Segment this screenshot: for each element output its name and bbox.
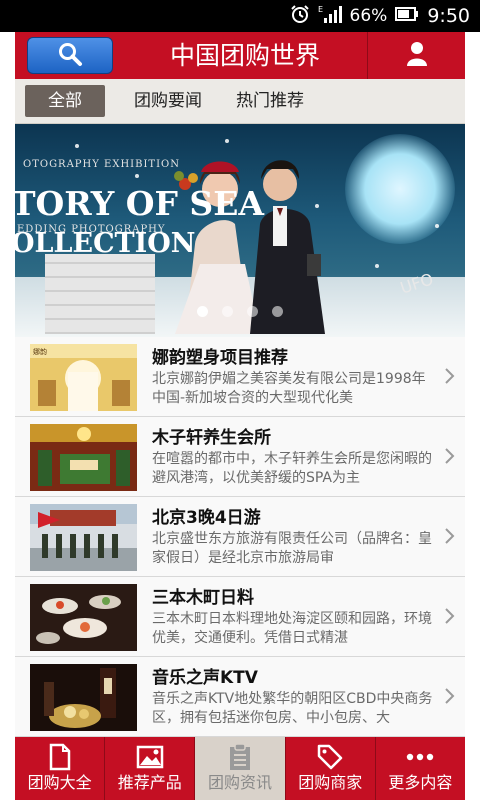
- carousel-dot[interactable]: [197, 306, 208, 317]
- nav-label: 更多内容: [388, 773, 453, 792]
- banner-line1: OTOGRAPHY EXHIBITION: [23, 159, 180, 170]
- clock-time: 9:50: [427, 5, 470, 27]
- nav-label: 团购商家: [298, 773, 363, 792]
- item-description: 三本木町日本料理地处海淀区颐和园路，环境优美，交通便利。凭借日式精湛: [152, 611, 432, 646]
- brick-wall-graphic: [45, 254, 155, 334]
- more-dots-icon: [376, 743, 465, 771]
- list-item[interactable]: 木子轩养生会所 在喧嚣的都市中，木子轩养生会所是您闲暇的避风港湾，以优美舒缓的S…: [15, 417, 465, 497]
- list-item[interactable]: 娜韵 娜韵塑身项目推荐 北京娜韵伊媚之美容美发有限公司是1998年中国-新加坡合…: [15, 337, 465, 417]
- nav-label: 团购大全: [27, 773, 92, 792]
- tag-icon: [286, 743, 375, 771]
- nav-item-more[interactable]: 更多内容: [376, 737, 465, 800]
- list-item[interactable]: 北京3晚4日游 北京盛世东方旅游有限责任公司（品牌名：皇家假日）是经北京市旅游局…: [15, 497, 465, 577]
- document-icon: [15, 743, 104, 771]
- chevron-right-icon: [445, 608, 455, 624]
- list-item[interactable]: 三本木町日料 三本木町日本料理地处海淀区颐和园路，环境优美，交通便利。凭借日式精…: [15, 577, 465, 657]
- nav-item-recommended[interactable]: 推荐产品: [105, 737, 196, 800]
- item-title: 木子轩养生会所: [152, 428, 271, 448]
- nav-item-news[interactable]: 团购资讯: [195, 737, 286, 800]
- search-icon: [57, 41, 83, 71]
- bottom-navigation: 团购大全 推荐产品 团购资讯 团购商家 更多内容: [15, 737, 465, 800]
- item-thumbnail: [30, 424, 137, 491]
- item-title: 娜韵塑身项目推荐: [152, 348, 288, 368]
- banner-line4: OLLECTION: [15, 228, 196, 259]
- tab-news[interactable]: 团购要闻: [123, 85, 213, 117]
- chevron-right-icon: [445, 448, 455, 464]
- search-button[interactable]: [27, 37, 113, 74]
- carousel-dot[interactable]: [222, 306, 233, 317]
- carousel-dot[interactable]: [272, 306, 283, 317]
- app-title: 中国团购世界: [169, 41, 320, 70]
- user-icon: [406, 41, 428, 71]
- item-thumbnail: 娜韵: [30, 344, 137, 411]
- item-thumbnail: [30, 504, 137, 571]
- signal-icon: E: [318, 4, 342, 28]
- item-description: 音乐之声KTV地处繁华的朝阳区CBD中央商务区，拥有包括迷你包房、中小包房、大: [152, 691, 433, 726]
- moon-graphic: [345, 134, 455, 244]
- user-profile-button[interactable]: [368, 32, 465, 79]
- carousel-indicators: [15, 302, 465, 321]
- banner-carousel[interactable]: OTOGRAPHY EXHIBITION TORY OF SEA EDDING …: [15, 124, 465, 337]
- tab-hot[interactable]: 热门推荐: [225, 85, 315, 117]
- battery-percent: 66%: [349, 6, 388, 26]
- carousel-dot[interactable]: [247, 306, 258, 317]
- nav-item-deals-all[interactable]: 团购大全: [15, 737, 106, 800]
- item-description: 在喧嚣的都市中，木子轩养生会所是您闲暇的避风港湾，以优美舒缓的SPA为主: [152, 451, 432, 486]
- title-bar: 中国团购世界: [15, 32, 465, 79]
- chevron-right-icon: [445, 368, 455, 384]
- image-icon: [105, 743, 194, 771]
- alarm-clock-icon: [290, 4, 310, 28]
- battery-icon: [395, 6, 419, 26]
- item-title: 北京3晚4日游: [152, 508, 261, 528]
- chevron-right-icon: [445, 688, 455, 704]
- item-description: 北京娜韵伊媚之美容美发有限公司是1998年中国-新加坡合资的大型现代化美: [152, 371, 426, 406]
- chevron-right-icon: [445, 528, 455, 544]
- svg-text:娜韵: 娜韵: [33, 347, 47, 356]
- tab-all[interactable]: 全部: [25, 85, 105, 117]
- nav-label: 团购资讯: [208, 773, 273, 792]
- item-thumbnail: [30, 664, 137, 731]
- item-title: 三本木町日料: [152, 588, 254, 608]
- item-description: 北京盛世东方旅游有限责任公司（品牌名：皇家假日）是经北京市旅游局审: [152, 531, 432, 566]
- item-thumbnail: [30, 584, 137, 651]
- nav-item-merchants[interactable]: 团购商家: [286, 737, 376, 800]
- category-tabs: 全部 团购要闻 热门推荐: [15, 79, 465, 124]
- list-item[interactable]: 音乐之声KTV 音乐之声KTV地处繁华的朝阳区CBD中央商务区，拥有包括迷你包房…: [15, 657, 465, 737]
- status-bar: E 66% 9:50: [0, 0, 480, 32]
- deal-list: 娜韵 娜韵塑身项目推荐 北京娜韵伊媚之美容美发有限公司是1998年中国-新加坡合…: [15, 337, 465, 737]
- svg-text:E: E: [318, 5, 323, 14]
- banner-line2: TORY OF SEA: [15, 184, 265, 223]
- nav-label: 推荐产品: [117, 773, 182, 792]
- clipboard-icon: [195, 743, 284, 771]
- item-title: 音乐之声KTV: [152, 668, 258, 688]
